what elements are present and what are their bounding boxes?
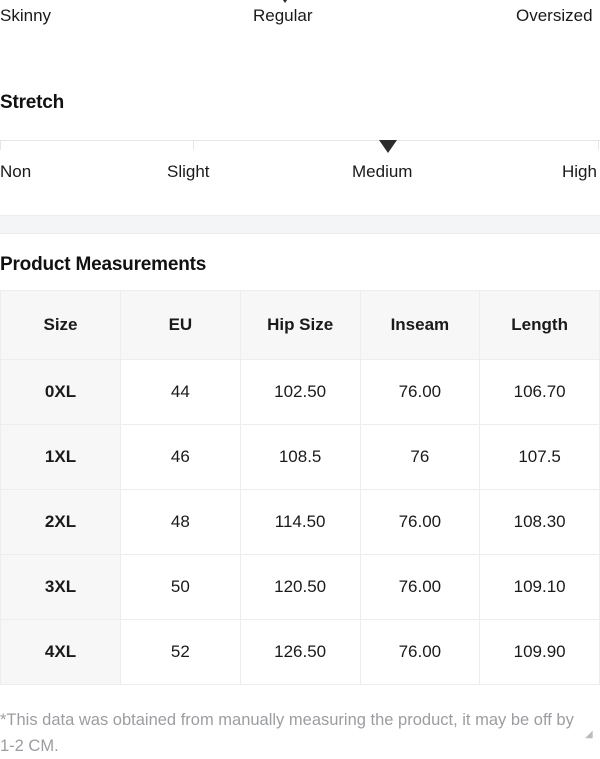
cell-eu: 50 [120, 554, 241, 620]
cell-size: 0XL [0, 359, 121, 425]
stretch-scale-marker-icon [379, 140, 397, 153]
cell-length: 106.70 [479, 359, 600, 425]
section-divider [0, 215, 600, 234]
cell-hip: 114.50 [239, 489, 361, 555]
cell-length: 107.5 [479, 424, 600, 490]
table-row: 2XL 48 114.50 76.00 108.30 [0, 489, 600, 555]
cell-length: 108.30 [479, 489, 600, 555]
column-header-hip: Hip Size [239, 290, 361, 360]
cell-eu: 46 [120, 424, 241, 490]
fit-scale-label-regular: Regular [253, 6, 313, 25]
stretch-scale-label-non: Non [0, 162, 32, 181]
measurements-table-wrap: Size EU Hip Size Inseam Length 0XL 44 10… [0, 290, 600, 685]
stretch-scale-label-high: High [562, 162, 597, 181]
table-row: 1XL 46 108.5 76 107.5 [0, 424, 600, 490]
stretch-scale-label-medium: Medium [352, 162, 413, 181]
table-row: 3XL 50 120.50 76.00 109.10 [0, 554, 600, 620]
column-header-length: Length [479, 290, 600, 360]
cell-inseam: 76.00 [359, 359, 481, 425]
stretch-scale-tick [193, 140, 194, 150]
cell-eu: 48 [120, 489, 241, 555]
stretch-scale-label-slight: Slight [167, 162, 210, 181]
cell-length: 109.10 [479, 554, 600, 620]
resize-handle-icon[interactable]: ◢ [585, 730, 594, 740]
cell-hip: 108.5 [239, 424, 361, 490]
cell-inseam: 76.00 [359, 489, 481, 555]
cell-inseam: 76.00 [359, 619, 481, 685]
measurements-table: Size EU Hip Size Inseam Length 0XL 44 10… [0, 290, 600, 685]
cell-length: 109.90 [479, 619, 600, 685]
stretch-scale[interactable]: Non Slight Medium High [0, 140, 600, 181]
stretch-scale-tick [0, 140, 1, 150]
cell-size: 4XL [0, 619, 121, 685]
fit-scale-label-skinny: Skinny [0, 6, 52, 25]
stretch-scale-labels: Non Slight Medium High [0, 157, 600, 187]
stretch-scale-track[interactable] [0, 140, 600, 153]
stretch-scale-tick [598, 140, 599, 150]
fit-scale-labels: Skinny Regular Oversized [0, 1, 600, 31]
table-header-row: Size EU Hip Size Inseam Length [0, 290, 600, 360]
table-row: 4XL 52 126.50 76.00 109.90 [0, 619, 600, 685]
cell-hip: 102.50 [239, 359, 361, 425]
measurements-section-heading: Product Measurements [0, 254, 207, 275]
cell-inseam: 76 [359, 424, 481, 490]
stretch-section-heading: Stretch [0, 92, 65, 113]
cell-size: 3XL [0, 554, 121, 620]
cell-eu: 44 [120, 359, 241, 425]
cell-eu: 52 [120, 619, 241, 685]
fit-scale-label-oversized: Oversized [516, 6, 593, 25]
measurement-disclaimer: *This data was obtained from manually me… [0, 711, 574, 755]
cell-size: 1XL [0, 424, 121, 490]
table-row: 0XL 44 102.50 76.00 106.70 [0, 359, 600, 425]
column-header-eu: EU [120, 290, 241, 360]
column-header-size: Size [0, 290, 121, 360]
cell-hip: 126.50 [239, 619, 361, 685]
cell-inseam: 76.00 [359, 554, 481, 620]
size-guide-panel: Skinny Regular Oversized Stretch Non Sli… [0, 0, 600, 755]
cell-size: 2XL [0, 489, 121, 555]
cell-hip: 120.50 [239, 554, 361, 620]
column-header-inseam: Inseam [359, 290, 481, 360]
